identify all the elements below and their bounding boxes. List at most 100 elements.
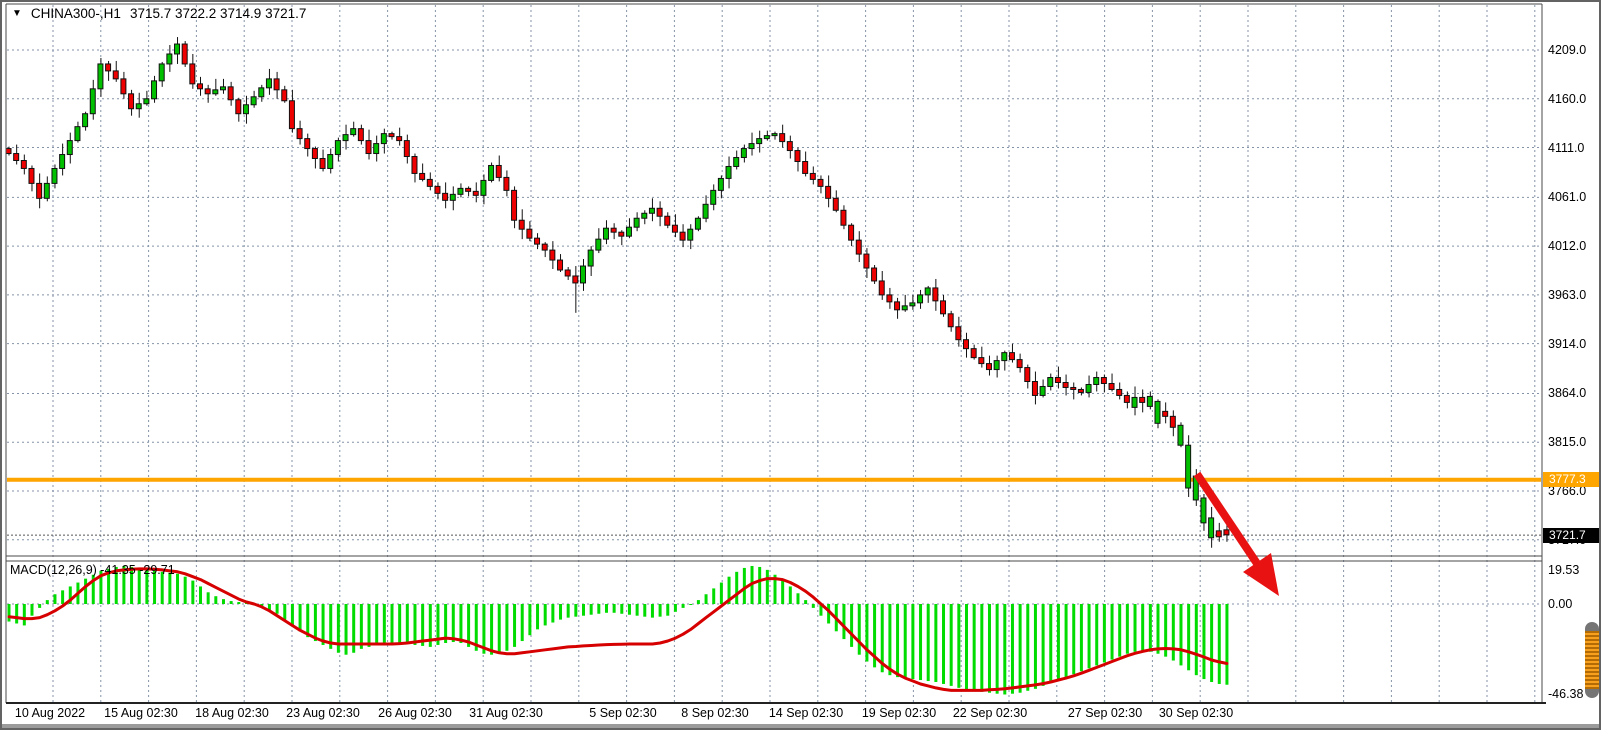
candle-bearish bbox=[841, 210, 846, 225]
candle-bearish bbox=[14, 154, 19, 161]
candle-bearish bbox=[933, 288, 938, 301]
macd-bar bbox=[368, 604, 371, 647]
candle-bullish bbox=[695, 218, 700, 229]
macd-bar bbox=[942, 604, 945, 684]
macd-bar bbox=[1118, 604, 1121, 657]
macd-bar bbox=[528, 604, 531, 635]
candle-bearish bbox=[1063, 382, 1068, 387]
candle-bearish bbox=[971, 349, 976, 358]
candle-bearish bbox=[810, 173, 815, 179]
horizontal-price-line[interactable] bbox=[7, 478, 1541, 482]
macd-bar bbox=[207, 592, 210, 604]
candle-bullish bbox=[44, 183, 49, 198]
candle-bearish bbox=[879, 281, 884, 295]
candle-bullish bbox=[642, 213, 647, 218]
candle-bearish bbox=[473, 191, 478, 195]
macd-bar bbox=[413, 604, 416, 645]
macd-bar bbox=[1103, 604, 1106, 663]
candle-bearish bbox=[106, 64, 111, 71]
macd-bar bbox=[84, 579, 87, 604]
candle-bearish bbox=[948, 314, 953, 327]
candle-bearish bbox=[856, 240, 861, 254]
macd-bar bbox=[919, 604, 922, 680]
chart-plot-canvas bbox=[0, 0, 1601, 730]
macd-bar bbox=[620, 604, 623, 614]
time-tick-label: 30 Sep 02:30 bbox=[1159, 706, 1233, 720]
time-tick-label: 8 Sep 02:30 bbox=[681, 706, 748, 720]
scrollbar-cap-top bbox=[1585, 622, 1599, 631]
candle-bearish bbox=[795, 151, 800, 162]
macd-bar bbox=[973, 604, 976, 691]
macd-bar bbox=[551, 604, 554, 623]
macd-bar bbox=[291, 604, 294, 625]
macd-bar bbox=[865, 604, 868, 662]
macd-bar bbox=[544, 604, 547, 625]
candle-bearish bbox=[979, 358, 984, 364]
candle-bearish bbox=[1078, 389, 1083, 392]
macd-tick-label: 0.00 bbox=[1548, 597, 1600, 611]
macd-bar bbox=[199, 586, 202, 604]
macd-bar bbox=[360, 604, 363, 649]
price-tick-label: 4111.0 bbox=[1548, 141, 1600, 155]
macd-bar bbox=[168, 573, 171, 604]
candle-bearish bbox=[6, 149, 11, 154]
scrollbar-thumb[interactable] bbox=[1585, 622, 1599, 698]
macd-bar bbox=[720, 583, 723, 604]
time-tick-label: 19 Sep 02:30 bbox=[862, 706, 936, 720]
macd-bar bbox=[927, 604, 930, 681]
macd-bar bbox=[1080, 604, 1083, 671]
candle-bullish bbox=[381, 134, 386, 144]
candle-bullish bbox=[734, 158, 739, 167]
candle-bearish bbox=[358, 129, 363, 141]
candle-bullish bbox=[772, 134, 777, 136]
candle-bullish bbox=[75, 127, 80, 141]
macd-bar bbox=[30, 604, 33, 616]
macd-bar bbox=[996, 604, 999, 694]
macd-indicator-label: MACD(12,26,9) -41.35 -29.71 bbox=[10, 563, 175, 577]
candle-bearish bbox=[573, 276, 578, 283]
macd-bar bbox=[1049, 604, 1052, 683]
price-tick-label: 4012.0 bbox=[1548, 239, 1600, 253]
macd-bar bbox=[1095, 604, 1098, 665]
macd-bar bbox=[1187, 604, 1190, 670]
candle-bullish bbox=[259, 88, 264, 97]
candle-bearish bbox=[366, 141, 371, 154]
candle-bullish bbox=[343, 135, 348, 141]
macd-bar bbox=[934, 604, 937, 682]
macd-bar bbox=[214, 596, 217, 604]
candle-bearish bbox=[29, 168, 34, 183]
candle-bullish bbox=[688, 229, 693, 240]
macd-bar bbox=[1134, 604, 1137, 652]
time-tick-label: 31 Aug 02:30 bbox=[469, 706, 543, 720]
macd-bar bbox=[850, 604, 853, 647]
candle-bearish bbox=[121, 79, 126, 94]
candle-bearish bbox=[420, 173, 425, 179]
time-tick-label: 23 Aug 02:30 bbox=[286, 706, 360, 720]
candle-bearish bbox=[941, 301, 946, 314]
scrollbar-stripes bbox=[1585, 631, 1599, 689]
candle-bearish bbox=[956, 327, 961, 340]
candle-bearish bbox=[1071, 387, 1076, 389]
macd-bar bbox=[812, 604, 815, 608]
trend-arrow-head[interactable] bbox=[1243, 553, 1279, 596]
candle-bullish bbox=[603, 228, 608, 239]
candle-bullish bbox=[175, 44, 180, 54]
time-tick-label: 22 Sep 02:30 bbox=[953, 706, 1027, 720]
candle-bearish bbox=[312, 149, 317, 159]
macd-bar bbox=[712, 588, 715, 604]
macd-bar bbox=[398, 604, 401, 643]
candle-bullish bbox=[703, 204, 708, 218]
macd-bar bbox=[498, 604, 501, 653]
candle-bearish bbox=[833, 198, 838, 210]
candle-bullish bbox=[266, 79, 271, 88]
candle-bearish bbox=[1170, 416, 1175, 427]
candle-bullish bbox=[1155, 401, 1160, 423]
macd-bar bbox=[513, 604, 516, 647]
symbol-dropdown-icon[interactable]: ▼ bbox=[12, 7, 22, 20]
candle-bearish bbox=[512, 190, 517, 220]
macd-bar bbox=[15, 604, 18, 624]
candle-bearish bbox=[496, 165, 501, 177]
candle-bullish bbox=[757, 139, 762, 144]
candle-bearish bbox=[412, 157, 417, 174]
candle-bullish bbox=[458, 188, 463, 194]
